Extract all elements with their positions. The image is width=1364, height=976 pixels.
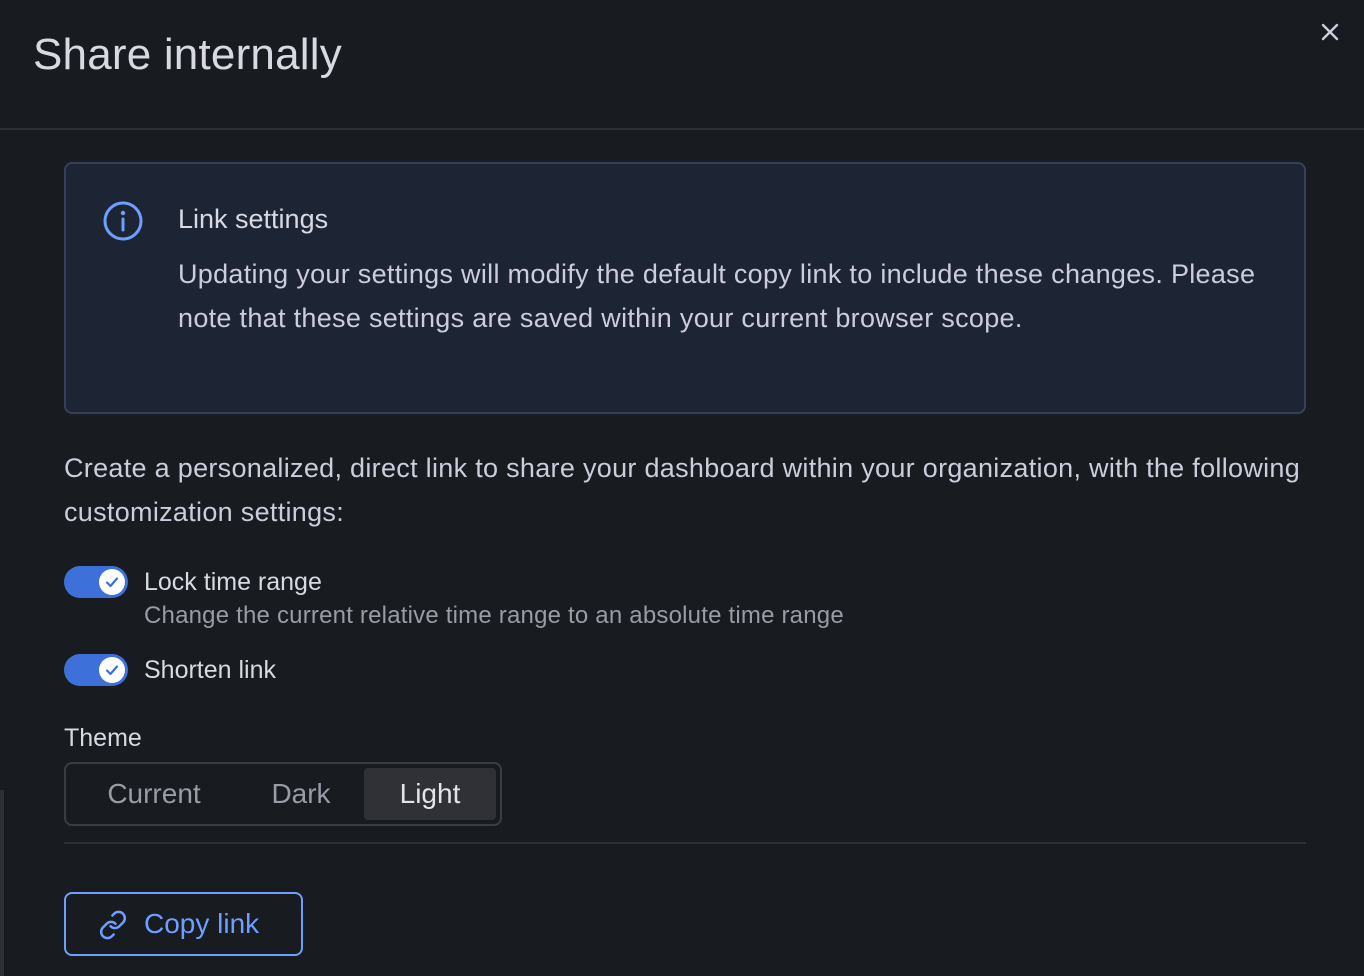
theme-option-light[interactable]: Light bbox=[364, 768, 496, 820]
lock-time-range-label: Lock time range bbox=[144, 568, 322, 596]
shorten-link-switch[interactable] bbox=[64, 654, 128, 686]
theme-option-current[interactable]: Current bbox=[86, 768, 222, 820]
switch-knob bbox=[99, 657, 125, 683]
description-text: Create a personalized, direct link to sh… bbox=[64, 453, 1301, 527]
lock-time-range-description: Change the current relative time range t… bbox=[144, 602, 844, 629]
close-button[interactable] bbox=[1314, 16, 1346, 48]
drawer-title: Share internally bbox=[33, 30, 342, 79]
alert-title: Link settings bbox=[178, 204, 329, 234]
theme-radio-group: Current Dark Light bbox=[64, 762, 502, 826]
check-icon bbox=[105, 665, 119, 676]
close-icon bbox=[1321, 23, 1339, 41]
share-drawer: Share internally Link settings Updating … bbox=[0, 0, 1364, 976]
drawer-content: Link settings Updating your settings wil… bbox=[64, 162, 1306, 956]
drawer-header: Share internally bbox=[0, 0, 1364, 130]
theme-label: Theme bbox=[64, 724, 142, 752]
copy-link-button[interactable]: Copy link bbox=[64, 892, 303, 956]
divider bbox=[64, 842, 1306, 844]
info-alert: Link settings Updating your settings wil… bbox=[64, 162, 1306, 414]
switch-knob bbox=[99, 569, 125, 595]
copy-link-label: Copy link bbox=[144, 908, 260, 939]
info-circle-icon bbox=[103, 201, 143, 241]
scrollbar-edge bbox=[0, 790, 4, 976]
alert-body: Updating your settings will modify the d… bbox=[178, 259, 1256, 333]
shorten-link-label: Shorten link bbox=[144, 656, 277, 684]
link-icon bbox=[99, 910, 127, 940]
lock-time-range-switch[interactable] bbox=[64, 566, 128, 598]
theme-option-dark[interactable]: Dark bbox=[246, 768, 356, 820]
check-icon bbox=[105, 577, 119, 588]
